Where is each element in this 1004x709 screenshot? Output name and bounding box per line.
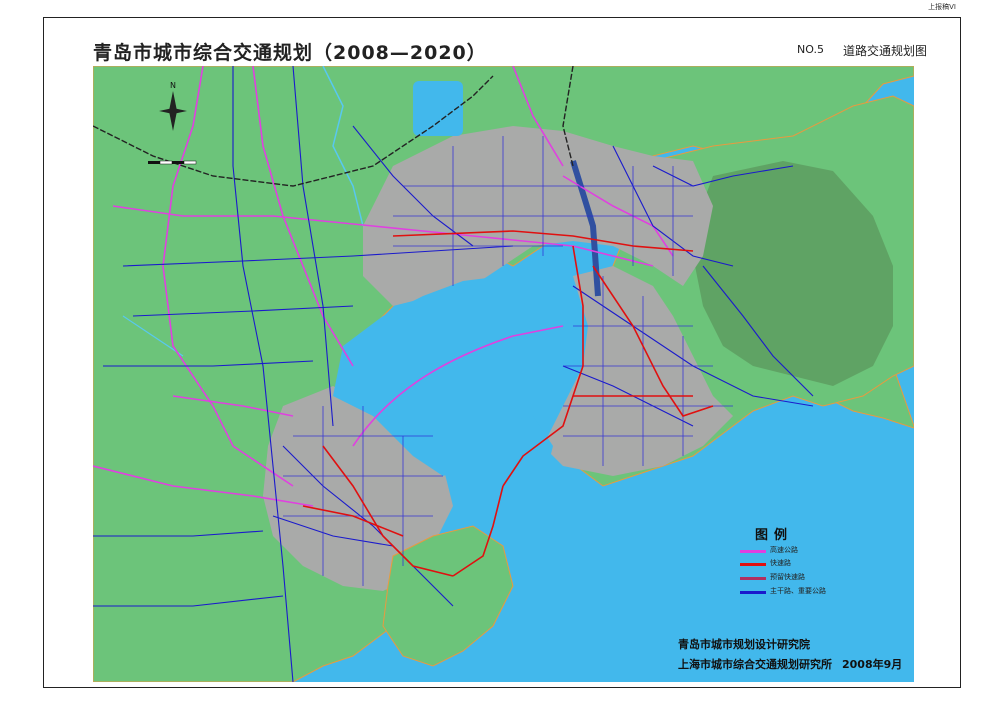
legend-swatch <box>740 550 766 553</box>
legend-item-reserved-fast-road: 预留快速路 <box>740 572 860 584</box>
map-title: 青岛市城市综合交通规划（2008—2020） <box>93 42 487 64</box>
draft-note: 上报稿VI <box>928 3 956 11</box>
scale-segment <box>183 160 197 165</box>
legend-label: 预留快速路 <box>770 573 805 581</box>
scale-segment <box>148 161 160 164</box>
legend-label: 主干路、重要公路 <box>770 587 826 595</box>
legend-item-fast-road: 快速路 <box>740 558 860 570</box>
map-subtitle: 道路交通规划图 <box>843 44 928 58</box>
compass-label: N <box>170 81 176 90</box>
scale-segment <box>159 160 173 165</box>
scale-segment <box>172 161 184 164</box>
organization-2: 上海市城市综合交通规划研究所 2008年9月 <box>678 656 902 672</box>
map-number: NO.5 <box>797 43 824 56</box>
legend-swatch <box>740 591 766 594</box>
organization-2-name: 上海市城市综合交通规划研究所 <box>678 658 832 671</box>
legend-label: 快速路 <box>770 559 791 567</box>
organization-1: 青岛市城市规划设计研究院 <box>678 638 810 651</box>
legend-label: 高速公路 <box>770 546 798 554</box>
legend-swatch <box>740 577 766 580</box>
legend-item-expressway: 高速公路 <box>740 545 860 557</box>
legend-swatch <box>740 563 766 566</box>
scale-bar <box>148 160 197 165</box>
legend-title: 图例 <box>755 528 794 543</box>
map-date: 2008年9月 <box>842 658 903 671</box>
legend-item-arterial: 主干路、重要公路 <box>740 586 860 598</box>
